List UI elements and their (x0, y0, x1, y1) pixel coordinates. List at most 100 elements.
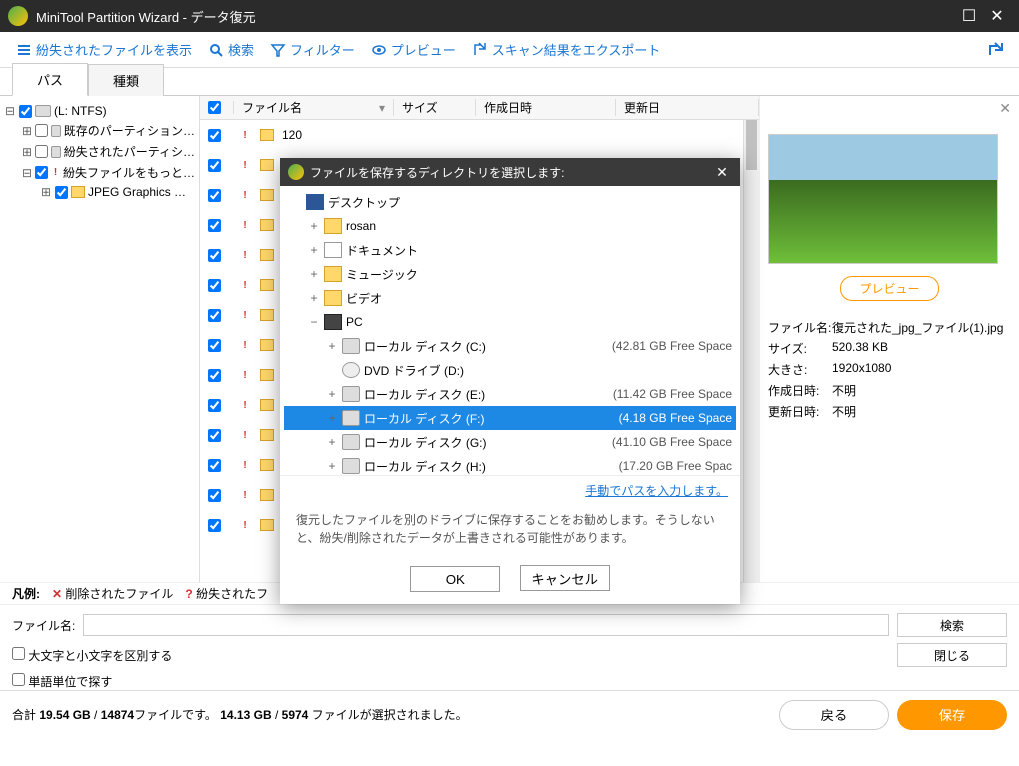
show-lost-files-button[interactable]: 紛失されたファイルを表示 (8, 36, 200, 63)
collapse-icon[interactable]: − (308, 315, 320, 329)
modal-cancel-button[interactable]: キャンセル (520, 565, 610, 591)
directory-tree-row[interactable]: DVD ドライブ (D:) (284, 358, 736, 382)
filter-search-button[interactable]: 検索 (897, 613, 1007, 637)
row-checkbox[interactable] (208, 369, 221, 382)
meta-created-val: 不明 (832, 382, 856, 399)
grid-row[interactable]: !120 (200, 120, 759, 150)
tree-row[interactable]: ⊞ JPEG Graphics … (4, 183, 195, 201)
row-checkbox[interactable] (208, 249, 221, 262)
whole-word-option[interactable]: 単語単位で探す (12, 673, 112, 690)
close-preview-icon[interactable]: ✕ (999, 100, 1011, 117)
save-button[interactable]: 保存 (897, 700, 1007, 730)
tree-row[interactable]: ⊞ 既存のパーティション… (4, 120, 195, 141)
folder-p-icon (324, 218, 342, 234)
row-checkbox[interactable] (208, 159, 221, 172)
expand-icon[interactable]: + (308, 267, 320, 281)
row-checkbox[interactable] (208, 129, 221, 142)
row-checkbox[interactable] (208, 519, 221, 532)
row-checkbox[interactable] (208, 489, 221, 502)
directory-tree-row[interactable]: デスクトップ (284, 190, 736, 214)
filter-close-button[interactable]: 閉じる (897, 643, 1007, 667)
row-checkbox[interactable] (208, 339, 221, 352)
directory-tree-row[interactable]: +ローカル ディスク (C:)(42.81 GB Free Space (284, 334, 736, 358)
col-modified[interactable]: 更新日 (616, 99, 759, 116)
col-name[interactable]: ファイル名▾ (234, 99, 394, 116)
directory-tree-row[interactable]: +ローカル ディスク (G:)(41.10 GB Free Space (284, 430, 736, 454)
filter-button[interactable]: フィルター (262, 36, 363, 63)
row-checkbox[interactable] (208, 219, 221, 232)
filename-filter-input[interactable] (83, 614, 889, 636)
pc-icon (324, 314, 342, 330)
directory-tree-row[interactable]: − PC (284, 310, 736, 334)
expand-icon[interactable]: + (308, 243, 320, 257)
expand-icon[interactable]: + (326, 435, 338, 449)
directory-tree-row[interactable]: +rosan (284, 214, 736, 238)
folder-icon (260, 219, 274, 231)
tree-root-checkbox[interactable] (19, 105, 32, 118)
directory-label: ローカル ディスク (H:) (364, 458, 486, 475)
tree-row[interactable]: ⊞ 紛失されたパーティシ… (4, 141, 195, 162)
directory-tree-row[interactable]: +ドキュメント (284, 238, 736, 262)
row-checkbox[interactable] (208, 189, 221, 202)
tree-checkbox[interactable] (35, 124, 48, 137)
collapse-icon[interactable]: ⊟ (4, 104, 16, 118)
modal-ok-button[interactable]: OK (410, 566, 500, 592)
directory-tree-row[interactable]: +ローカル ディスク (E:)(11.42 GB Free Space (284, 382, 736, 406)
case-sensitive-option[interactable]: 大文字と小文字を区別する (12, 647, 172, 664)
share-button[interactable] (979, 38, 1011, 62)
tree-root-row[interactable]: ⊟ (L: NTFS) (4, 102, 195, 120)
expand-icon[interactable]: + (326, 387, 338, 401)
warning-icon: ! (238, 518, 252, 532)
collapse-icon[interactable]: ⊟ (22, 166, 32, 180)
expand-icon[interactable]: + (326, 459, 338, 473)
tree-checkbox[interactable] (35, 145, 48, 158)
row-checkbox[interactable] (208, 309, 221, 322)
expand-icon[interactable]: + (326, 339, 338, 353)
manual-path-link[interactable]: 手動でパスを入力します。 (585, 484, 728, 498)
expand-icon[interactable]: ⊞ (22, 145, 32, 159)
expand-icon[interactable]: ⊞ (22, 124, 32, 138)
expand-icon[interactable]: + (308, 291, 320, 305)
tree-row[interactable]: ⊟ ! 紛失ファイルをもっと… (4, 162, 195, 183)
warning-icon: ! (238, 128, 252, 142)
back-button[interactable]: 戻る (779, 700, 889, 730)
legend-title: 凡例: (12, 585, 40, 602)
row-checkbox[interactable] (208, 429, 221, 442)
case-sensitive-checkbox[interactable] (12, 647, 25, 660)
directory-tree-row[interactable]: +ローカル ディスク (H:)(17.20 GB Free Spac (284, 454, 736, 476)
folder-icon (260, 279, 274, 291)
directory-label: PC (346, 315, 363, 329)
modal-close-icon[interactable]: ✕ (712, 164, 732, 181)
modal-title-bar: ファイルを保存するディレクトリを選択します: ✕ (280, 158, 740, 186)
col-name-label: ファイル名 (242, 99, 302, 116)
tree-checkbox[interactable] (55, 186, 68, 199)
modal-title: ファイルを保存するディレクトリを選択します: (310, 164, 565, 181)
expand-icon[interactable]: + (308, 219, 320, 233)
warning-icon: ! (238, 248, 252, 262)
row-checkbox[interactable] (208, 279, 221, 292)
expand-icon[interactable]: ⊞ (40, 185, 52, 199)
directory-tree-row[interactable]: +ローカル ディスク (F:)(4.18 GB Free Space (284, 406, 736, 430)
tab-type[interactable]: 種類 (88, 64, 164, 96)
meta-filename-key: ファイル名: (768, 319, 832, 336)
window-close-icon[interactable]: ✕ (983, 2, 1011, 30)
scrollbar-thumb[interactable] (746, 120, 757, 170)
whole-word-checkbox[interactable] (12, 673, 25, 686)
select-all-checkbox[interactable] (208, 101, 221, 114)
window-maximize-icon[interactable]: ☐ (955, 2, 983, 30)
col-created[interactable]: 作成日時 (476, 99, 616, 116)
export-button[interactable]: スキャン結果をエクスポート (464, 36, 669, 63)
tab-path[interactable]: パス (12, 63, 88, 96)
row-checkbox[interactable] (208, 459, 221, 472)
tree-checkbox[interactable] (35, 166, 48, 179)
preview-button[interactable]: プレビュー (363, 36, 464, 63)
row-checkbox[interactable] (208, 399, 221, 412)
directory-tree-row[interactable]: +ミュージック (284, 262, 736, 286)
preview-open-button[interactable]: プレビュー (840, 276, 938, 301)
col-size[interactable]: サイズ (394, 99, 476, 116)
warning-icon: ! (238, 278, 252, 292)
grid-scrollbar[interactable] (743, 120, 759, 582)
directory-tree-row[interactable]: +ビデオ (284, 286, 736, 310)
search-button[interactable]: 検索 (200, 36, 262, 63)
expand-icon[interactable]: + (326, 411, 338, 425)
